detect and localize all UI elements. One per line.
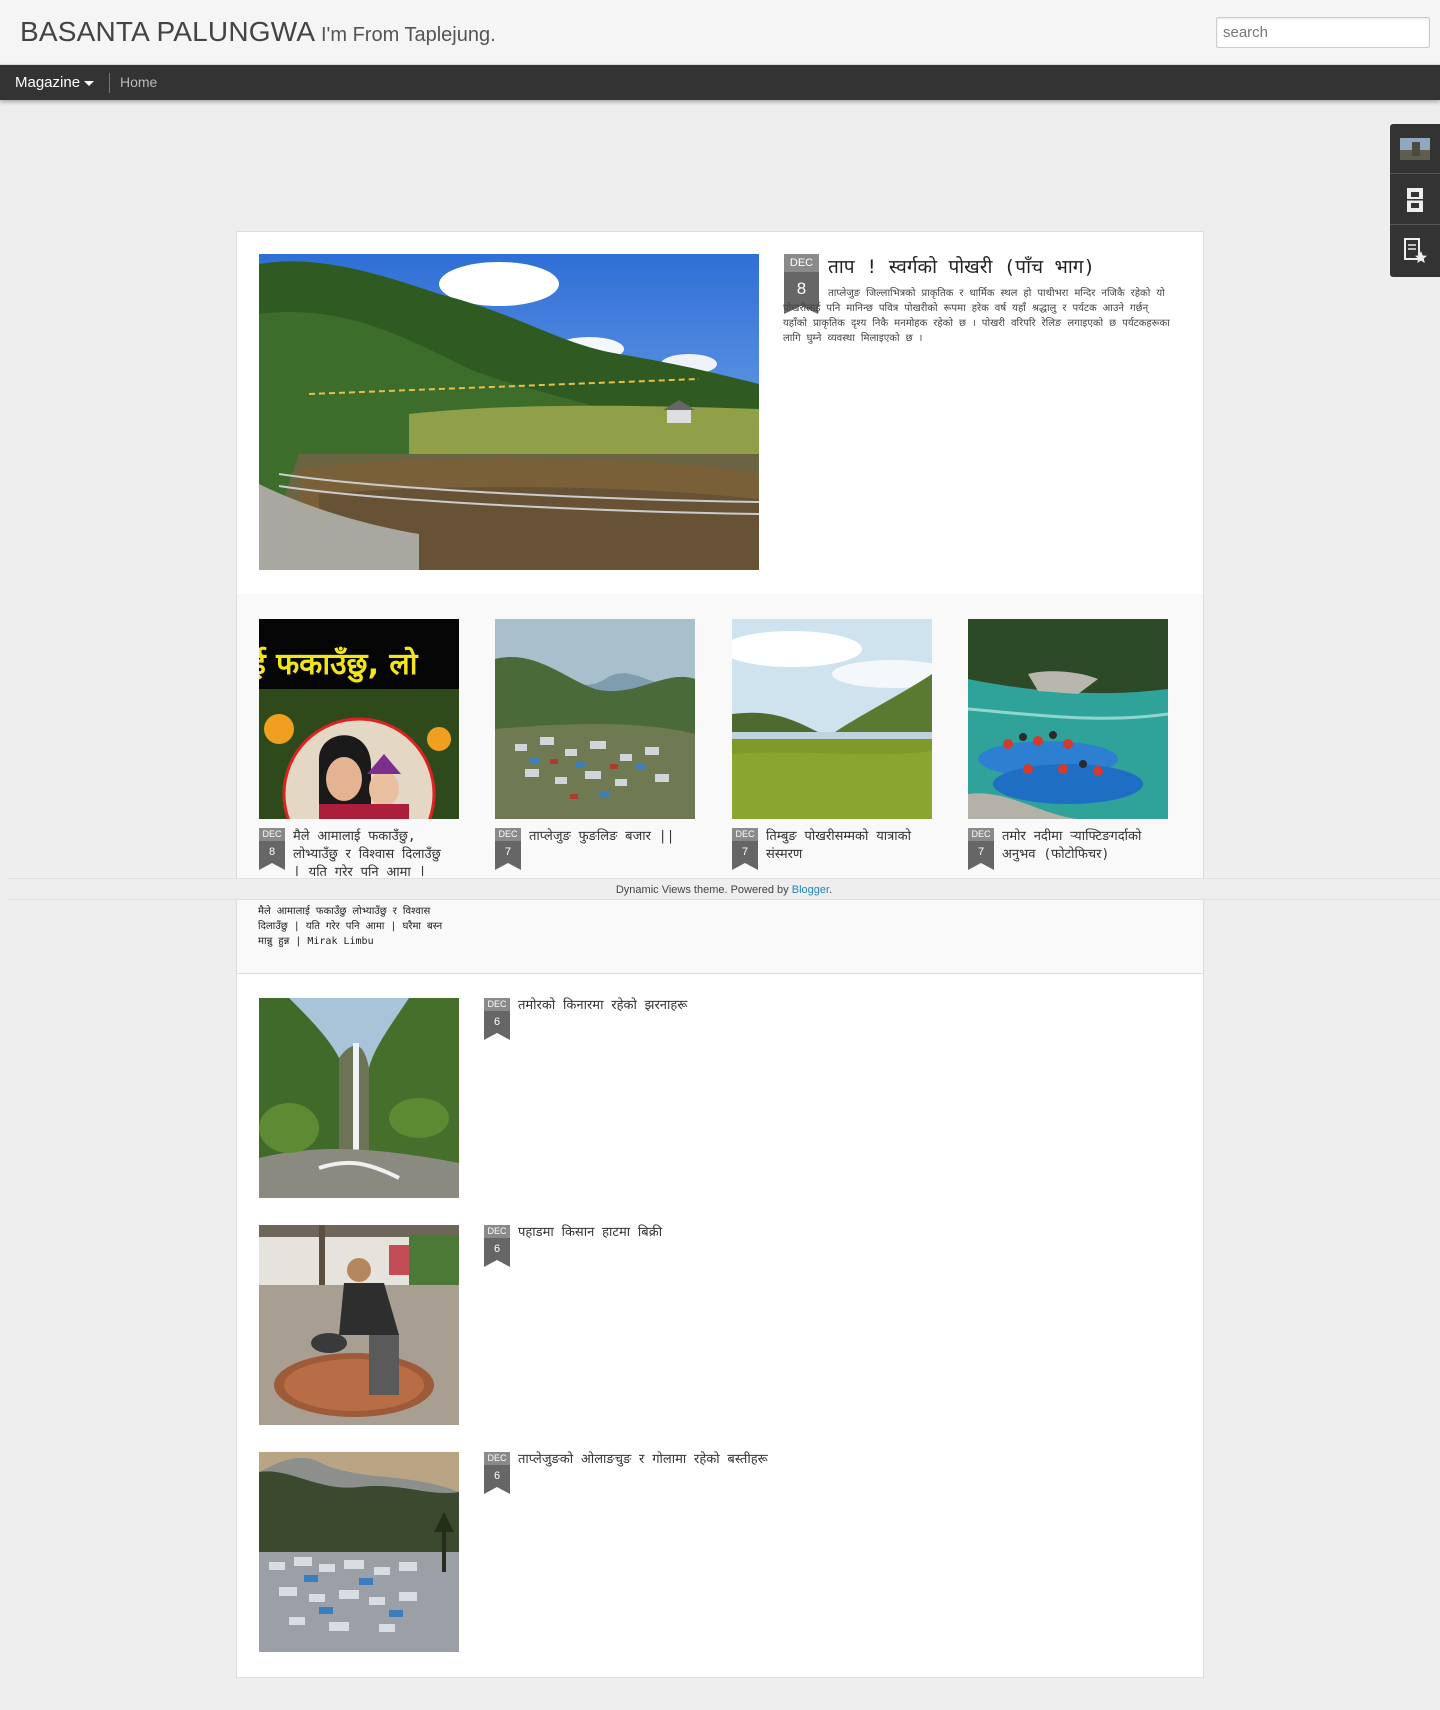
view-selector[interactable]: Magazine <box>15 74 95 91</box>
list-post-title[interactable]: ताप्लेजुङको ओलाङचुङ र गोलामा रहेको बस्ती… <box>518 1451 768 1469</box>
grid-date-badge: DEC 7 <box>732 828 758 870</box>
date-month: DEC <box>484 1452 510 1465</box>
market-vendor-image <box>259 1225 459 1425</box>
grid-post-title[interactable]: तमोर नदीमा र्‍याफ्टिङगर्दाको अनुभव (फोटो… <box>1002 828 1167 864</box>
date-day: 7 <box>732 841 758 870</box>
date-month: DEC <box>784 254 819 272</box>
list-date-badge: DEC 6 <box>484 1225 510 1267</box>
date-day: 6 <box>484 1465 510 1494</box>
caret-down-icon <box>84 80 95 86</box>
blogger-link[interactable]: Blogger <box>792 884 829 896</box>
footer-bar: Dynamic Views theme. Powered by Blogger. <box>8 878 1440 900</box>
pond-landscape-image <box>259 254 759 570</box>
grid-date-badge: DEC 7 <box>495 828 521 870</box>
date-day: 7 <box>968 841 994 870</box>
date-month: DEC <box>484 998 510 1011</box>
blog-title[interactable]: BASANTA PALUNGWA <box>20 16 315 48</box>
list-post-image[interactable] <box>259 998 459 1198</box>
list-post-image[interactable] <box>259 1452 459 1652</box>
grid-post-title[interactable]: मैले आमालाई फकाउँछु, लोभ्याउँछु र विश्वा… <box>293 828 455 876</box>
date-day: 6 <box>484 1011 510 1040</box>
grid-post-title[interactable]: तिम्बुङ पोखरीसम्मको यात्राको संस्मरण <box>766 828 931 864</box>
nav-home-link[interactable]: Home <box>120 74 157 90</box>
subscribe-icon <box>1404 238 1427 263</box>
list-post-title[interactable]: तमोरको किनारमा रहेको झरनाहरू <box>518 997 687 1015</box>
grid-date-badge: DEC 7 <box>968 828 994 870</box>
side-widget-bar <box>1390 124 1440 277</box>
subscribe-widget[interactable] <box>1390 226 1440 276</box>
date-day: 8 <box>259 841 285 870</box>
thumbnail-widget[interactable] <box>1390 124 1440 174</box>
date-day: 6 <box>484 1238 510 1267</box>
featured-post-title[interactable]: ताप ! स्वर्गको पोखरी (पाँच भाग) <box>828 256 1188 279</box>
list-post-title[interactable]: पहाडमा किसान हाटमा बिक्री <box>518 1224 662 1242</box>
mother-child-poster-image: ई फकाउँछु, लो <box>259 619 459 819</box>
grid-post-title[interactable]: ताप्लेजुङ फुङलिङ बजार || <box>529 828 694 846</box>
nav-bar: Magazine Home <box>0 65 1440 100</box>
list-post-image[interactable] <box>259 1225 459 1425</box>
lake-meadow-image <box>732 619 932 819</box>
town-valley-image <box>495 619 695 819</box>
thumbnail-icon <box>1400 137 1430 160</box>
waterfall-image <box>259 998 459 1198</box>
grid-date-badge: DEC 8 <box>259 828 285 870</box>
blog-description: I'm From Taplejung. <box>321 24 496 46</box>
village-settlement-image <box>259 1452 459 1652</box>
grid-post-image[interactable] <box>495 619 695 819</box>
footer-theme-text: Dynamic Views theme. Powered by <box>615 884 789 896</box>
list-date-badge: DEC 6 <box>484 1452 510 1494</box>
search-input[interactable] <box>1216 17 1430 48</box>
featured-post-snippet: ताप्लेजुङ जिल्लाभित्रको प्राकृतिक र धार्… <box>783 288 1170 344</box>
grid-post-image[interactable] <box>732 619 932 819</box>
svg-text:ई फकाउँछु, लो: ई फकाउँछु, लो <box>259 646 419 683</box>
nav-divider <box>109 73 110 93</box>
river-rafting-image <box>968 619 1168 819</box>
date-month: DEC <box>484 1225 510 1238</box>
blog-header: BASANTA PALUNGWA I'm From Taplejung. <box>0 0 1440 65</box>
grid-post-image[interactable]: ई फकाउँछु, लो <box>259 619 459 819</box>
list-date-badge: DEC 6 <box>484 998 510 1040</box>
grid-post-snippet: मैले आमालाई फकाउँछु लोभ्याउँछु र विश्वास… <box>258 906 443 947</box>
view-selector-label: Magazine <box>15 74 81 91</box>
grid-post-image[interactable] <box>968 619 1168 819</box>
date-month: DEC <box>495 828 521 841</box>
featured-post-image[interactable] <box>259 254 759 570</box>
date-day: 7 <box>495 841 521 870</box>
archive-widget[interactable] <box>1390 175 1440 225</box>
archive-icon <box>1407 187 1423 212</box>
date-month: DEC <box>259 828 285 841</box>
date-month: DEC <box>732 828 758 841</box>
footer-period: . <box>829 884 833 896</box>
date-month: DEC <box>968 828 994 841</box>
